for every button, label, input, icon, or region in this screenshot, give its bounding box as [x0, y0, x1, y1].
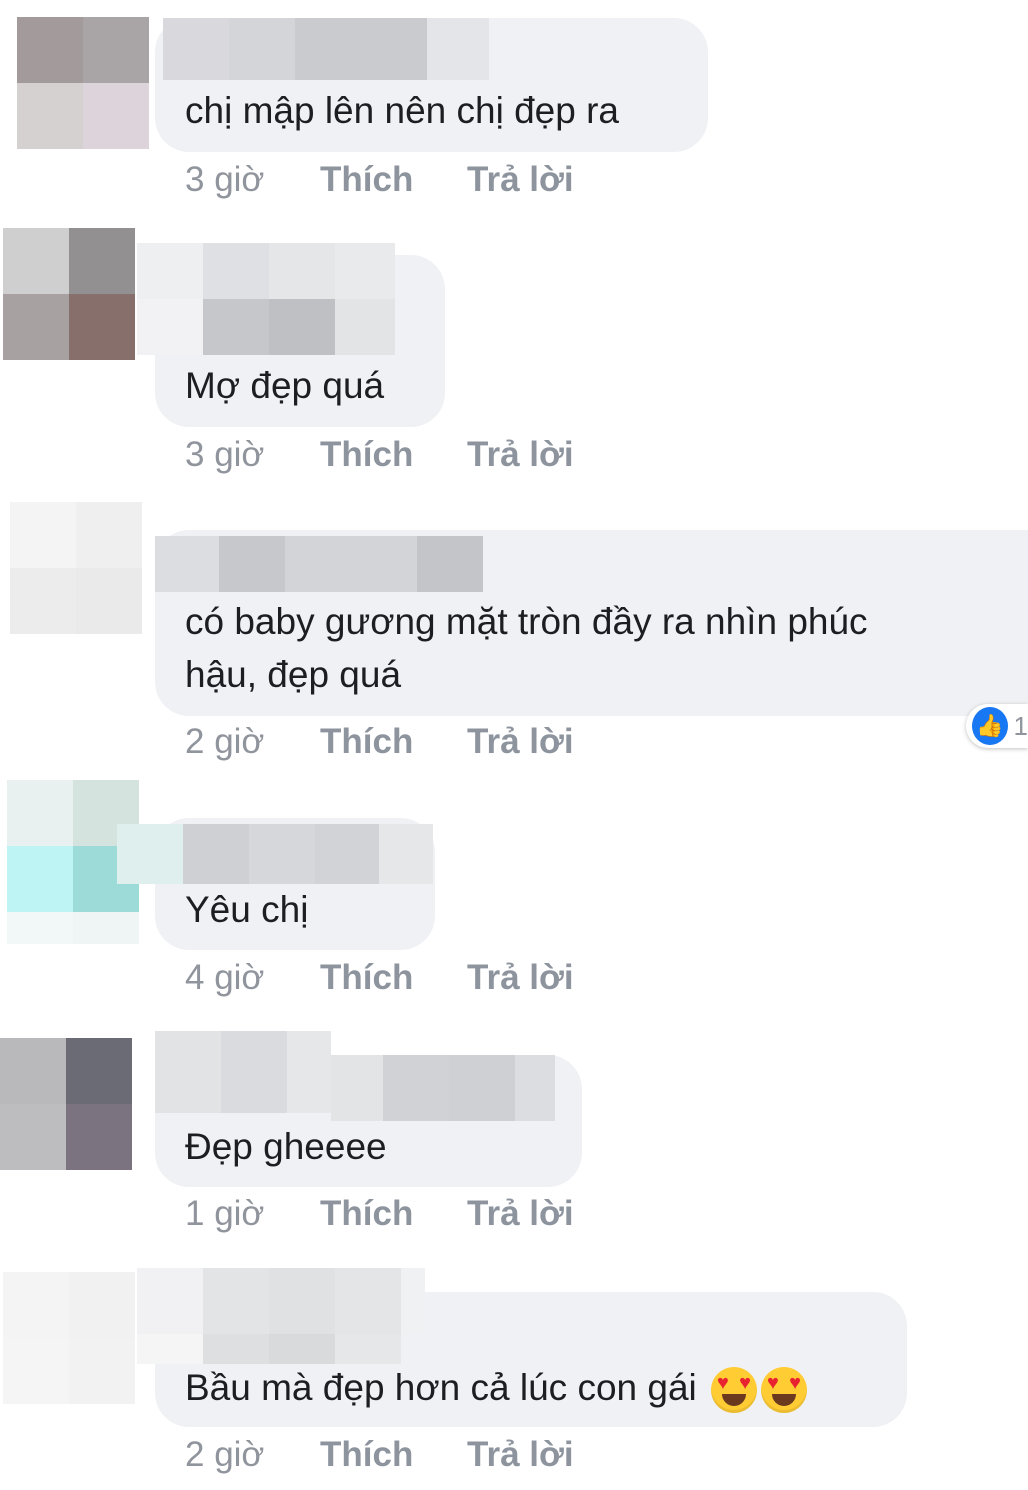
comment-text: Yêu chị	[185, 889, 309, 930]
avatar[interactable]	[10, 502, 142, 634]
like-link[interactable]: Thích	[320, 958, 467, 998]
heart-eyes-emoji	[711, 1367, 758, 1414]
like-link[interactable]: Thích	[320, 435, 467, 475]
like-link[interactable]: Thích	[320, 722, 467, 762]
comment-timestamp: 1 giờ	[185, 1194, 265, 1233]
avatar[interactable]	[17, 17, 149, 149]
avatar[interactable]	[3, 228, 135, 360]
comment-actions: 3 giờ Thích Trả lời	[185, 435, 574, 475]
avatar[interactable]	[3, 1272, 135, 1404]
comment-actions: 2 giờ Thích Trả lời	[185, 1435, 574, 1475]
reply-link[interactable]: Trả lời	[467, 958, 574, 998]
avatar[interactable]	[0, 1038, 132, 1170]
comment-timestamp: 2 giờ	[185, 722, 265, 761]
comment-text: chị mập lên nên chị đẹp ra	[185, 90, 619, 131]
comment-actions: 3 giờ Thích Trả lời	[185, 160, 574, 200]
comment-text-line-2: hậu, đẹp quá	[185, 654, 402, 695]
reply-link[interactable]: Trả lời	[467, 1194, 574, 1234]
commenter-name-extra	[331, 1055, 555, 1121]
comment-actions: 1 giờ Thích Trả lời	[185, 1194, 574, 1234]
comment-timestamp: 2 giờ	[185, 1435, 265, 1474]
comment-actions: 2 giờ Thích Trả lời	[185, 722, 574, 762]
comment-text: Bầu mà đẹp hơn cả lúc con gái	[185, 1365, 808, 1414]
comment-timestamp: 4 giờ	[185, 958, 265, 997]
reply-link[interactable]: Trả lời	[467, 1435, 574, 1475]
thumbs-up-icon: 👍	[972, 707, 1008, 745]
reaction-count: 1	[1013, 710, 1028, 741]
heart-eyes-emoji	[761, 1367, 808, 1414]
comment-text: Đẹp gheeee	[185, 1126, 387, 1167]
reply-link[interactable]: Trả lời	[467, 722, 574, 762]
comment-actions: 4 giờ Thích Trả lời	[185, 958, 574, 998]
like-link[interactable]: Thích	[320, 160, 467, 200]
commenter-name[interactable]	[117, 824, 433, 884]
comment-timestamp: 3 giờ	[185, 160, 265, 199]
commenter-name[interactable]	[155, 536, 483, 592]
reply-link[interactable]: Trả lời	[467, 160, 574, 200]
like-link[interactable]: Thích	[320, 1435, 467, 1475]
commenter-name[interactable]	[137, 1268, 425, 1364]
commenter-name[interactable]	[137, 243, 395, 355]
commenter-name[interactable]	[163, 18, 489, 80]
commenter-name[interactable]	[155, 1031, 331, 1113]
reaction-summary[interactable]: 👍 1	[966, 704, 1028, 748]
comment-text: Mợ đẹp quá	[185, 365, 385, 406]
like-link[interactable]: Thích	[320, 1194, 467, 1234]
reply-link[interactable]: Trả lời	[467, 435, 574, 475]
comment-timestamp: 3 giờ	[185, 435, 265, 474]
comment-text: có baby gương mặt tròn đầy ra nhìn phúc	[185, 601, 868, 642]
